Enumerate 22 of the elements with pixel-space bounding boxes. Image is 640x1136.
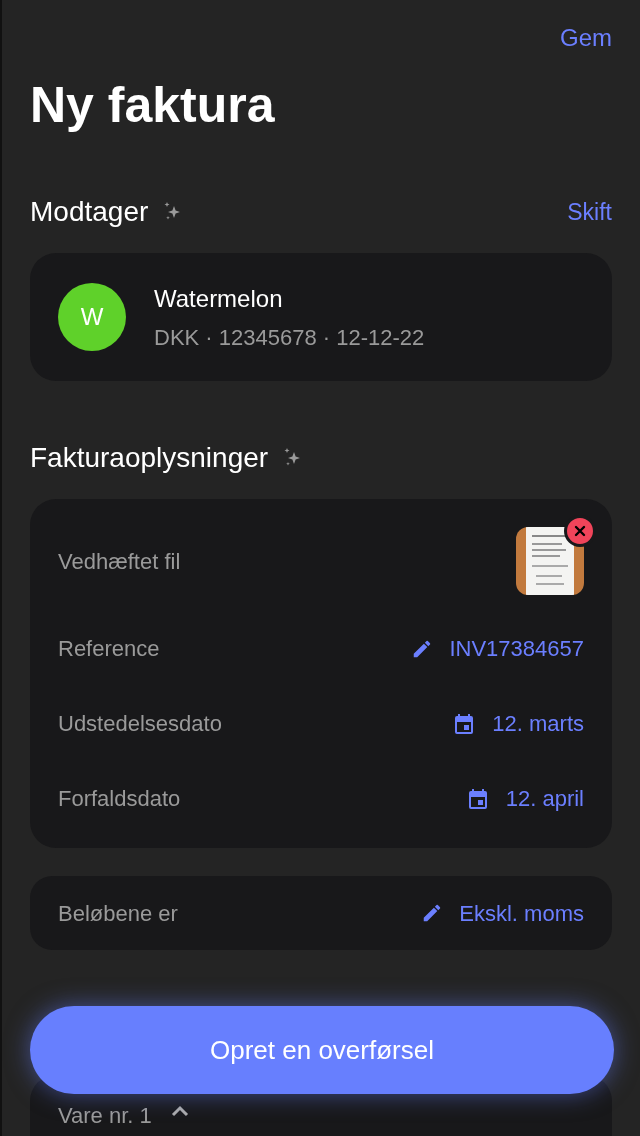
field-value[interactable]: 12. april [505,782,584,815]
field-value[interactable]: Ekskl. moms [459,896,584,930]
recipient-name: Watermelon [154,283,284,314]
avatar: W [58,283,126,351]
field-label: Beløbene er [58,899,178,928]
change-link[interactable]: Skift [567,194,612,230]
field-label: Forfaldsdato [58,785,181,813]
field-value[interactable]: 12. marts [492,707,584,740]
recipient-details: DKK · 12345678 · 12-12-22 [154,323,425,352]
section-heading: Modtager [30,195,149,229]
item-label: Vare nr. 1 [58,1102,152,1130]
field-label: Reference [58,635,160,663]
close-icon [574,525,586,537]
save-link[interactable]: Gem [560,20,612,56]
amounts-card[interactable]: Beløbene er Ekskl. moms [30,876,612,950]
create-transfer-button[interactable]: Opret en overførsel [30,1006,614,1094]
field-value[interactable]: INV17384657 [449,632,584,665]
field-label: Vedhæftet fil [58,547,181,576]
field-label: Udstedelsesdato [58,710,222,738]
recipient-card[interactable]: W Watermelon DKK · 12345678 · 12-12-22 [30,253,612,381]
section-heading: Fakturaoplysninger [30,441,269,475]
page-title: Ny faktura [30,76,276,135]
